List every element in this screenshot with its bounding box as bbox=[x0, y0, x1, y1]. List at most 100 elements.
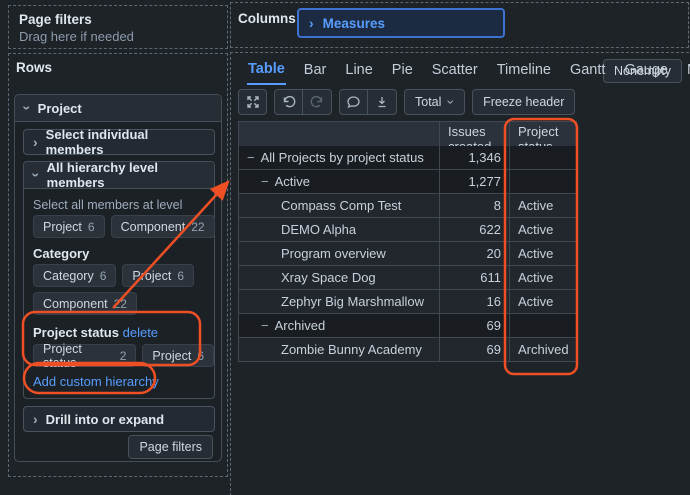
component-level-chip[interactable]: Component 22 bbox=[111, 215, 215, 238]
tab-more[interactable]: More › bbox=[686, 59, 690, 85]
table-row-name[interactable]: Compass Comp Test bbox=[239, 194, 440, 218]
table-row-name[interactable]: −All Projects by project status bbox=[239, 146, 440, 170]
collapse-expander[interactable]: − bbox=[247, 150, 255, 165]
project-status-title-text: Project status bbox=[33, 325, 119, 340]
project-panel: › Project › Select individual members › … bbox=[14, 94, 222, 462]
table-cell-status[interactable]: Active bbox=[510, 266, 577, 290]
chevron-down-icon: › bbox=[29, 173, 43, 178]
tab-pie[interactable]: Pie bbox=[391, 59, 414, 85]
expand-all-button[interactable] bbox=[238, 89, 267, 115]
table-cell-issues[interactable]: 1,346 bbox=[440, 146, 510, 170]
project-panel-header[interactable]: › Project bbox=[15, 95, 221, 122]
comments-button[interactable] bbox=[339, 89, 368, 115]
expand-arrows-icon bbox=[246, 95, 260, 109]
category-chip-row-2: Component 22 bbox=[33, 292, 137, 315]
category-level-chip[interactable]: Category 6 bbox=[33, 264, 116, 287]
table-row-name[interactable]: Xray Space Dog bbox=[239, 266, 440, 290]
project-level-chip[interactable]: Project 6 bbox=[33, 215, 105, 238]
measures-button[interactable]: › Measures bbox=[297, 8, 505, 38]
table-row-name[interactable]: −Archived bbox=[239, 314, 440, 338]
table-cell-issues[interactable]: 8 bbox=[440, 194, 510, 218]
project-level-chip[interactable]: Project 6 bbox=[122, 264, 194, 287]
undo-icon bbox=[282, 95, 296, 109]
category-chip-row: Category 6 Project 6 bbox=[33, 264, 194, 287]
table-cell-issues[interactable]: 20 bbox=[440, 242, 510, 266]
page-filters-hint: Drag here if needed bbox=[19, 29, 217, 44]
rows-title: Rows bbox=[16, 60, 52, 75]
chip-count: 2 bbox=[120, 349, 127, 363]
chevron-down-icon: › bbox=[445, 100, 459, 105]
tab-label: Scatter bbox=[432, 62, 478, 78]
project-panel-title: Project bbox=[38, 101, 82, 116]
page-filters-dropzone[interactable]: Page filters Drag here if needed bbox=[8, 5, 228, 49]
table-row-name[interactable]: Program overview bbox=[239, 242, 440, 266]
row-label: Xray Space Dog bbox=[281, 270, 376, 285]
table-cell-issues[interactable]: 622 bbox=[440, 218, 510, 242]
tab-label: Bar bbox=[304, 62, 327, 78]
table-cell-issues[interactable]: 16 bbox=[440, 290, 510, 314]
tab-label: Table bbox=[248, 61, 285, 77]
collapse-expander[interactable]: − bbox=[261, 318, 269, 333]
drill-into-button[interactable]: › Drill into or expand bbox=[23, 406, 215, 432]
chip-count: 22 bbox=[114, 297, 127, 311]
all-hierarchy-panel: › All hierarchy level members Select all… bbox=[23, 161, 215, 399]
row-label: Zephyr Big Marshmallow bbox=[281, 294, 424, 309]
tab-timeline[interactable]: Timeline bbox=[496, 59, 552, 85]
visualization-tabs: Table Bar Line Pie Scatter Timeline Gant… bbox=[247, 59, 690, 85]
table-cell-issues[interactable]: 69 bbox=[440, 338, 510, 362]
table-cell-status[interactable]: Active bbox=[510, 218, 577, 242]
table-row-name[interactable]: Zombie Bunny Academy bbox=[239, 338, 440, 362]
table-cell-status[interactable]: Active bbox=[510, 242, 577, 266]
collapse-expander[interactable]: − bbox=[261, 174, 269, 189]
row-label: Archived bbox=[275, 318, 326, 333]
redo-button[interactable] bbox=[303, 89, 332, 115]
row-label: DEMO Alpha bbox=[281, 222, 356, 237]
tab-gantt[interactable]: Gantt bbox=[569, 59, 606, 85]
chevron-right-icon: › bbox=[309, 16, 314, 30]
tab-bar[interactable]: Bar bbox=[303, 59, 328, 85]
redo-icon bbox=[310, 95, 324, 109]
tab-line[interactable]: Line bbox=[344, 59, 373, 85]
table-row-name[interactable]: Zephyr Big Marshmallow bbox=[239, 290, 440, 314]
table-cell-status[interactable] bbox=[510, 170, 577, 194]
tab-label: Line bbox=[345, 62, 372, 78]
table-cell-issues[interactable]: 611 bbox=[440, 266, 510, 290]
table-row-name[interactable]: DEMO Alpha bbox=[239, 218, 440, 242]
freeze-header-button[interactable]: Freeze header bbox=[472, 89, 575, 115]
table-cell-status[interactable] bbox=[510, 314, 577, 338]
component-level-chip[interactable]: Component 22 bbox=[33, 292, 137, 315]
tab-table[interactable]: Table bbox=[247, 59, 286, 85]
table-cell-issues[interactable]: 1,277 bbox=[440, 170, 510, 194]
page-filters-button[interactable]: Page filters bbox=[128, 435, 213, 459]
chip-count: 6 bbox=[100, 269, 107, 283]
table-cell-issues[interactable]: 69 bbox=[440, 314, 510, 338]
select-individual-members-label: Select individual members bbox=[46, 127, 205, 157]
total-dropdown[interactable]: Total › bbox=[404, 89, 465, 115]
project-level-chip[interactable]: Project 6 bbox=[142, 344, 214, 367]
delete-hierarchy-link[interactable]: delete bbox=[123, 325, 158, 340]
project-status-level-chip[interactable]: Project status 2 bbox=[33, 344, 136, 367]
chip-label: Component bbox=[43, 297, 108, 311]
table-cell-status[interactable]: Archived bbox=[510, 338, 577, 362]
tab-label: Gantt bbox=[570, 62, 605, 78]
chip-count: 22 bbox=[191, 220, 204, 234]
select-all-members-label: Select all members at level bbox=[33, 198, 182, 212]
table-cell-status[interactable] bbox=[510, 146, 577, 170]
table-cell-status[interactable]: Active bbox=[510, 194, 577, 218]
add-custom-hierarchy-link[interactable]: Add custom hierarchy bbox=[33, 374, 159, 389]
table-toolbar: Total › Freeze header bbox=[238, 89, 575, 115]
tab-label: Pie bbox=[392, 62, 413, 78]
chip-label: Project bbox=[43, 220, 82, 234]
undo-button[interactable] bbox=[274, 89, 303, 115]
columns-title: Columns bbox=[238, 11, 296, 26]
all-hierarchy-header[interactable]: › All hierarchy level members bbox=[24, 162, 214, 189]
select-individual-members-button[interactable]: › Select individual members bbox=[23, 129, 215, 155]
table-row-name[interactable]: −Active bbox=[239, 170, 440, 194]
tab-gauge[interactable]: Gauge bbox=[623, 59, 669, 85]
total-label: Total bbox=[415, 95, 441, 109]
tab-scatter[interactable]: Scatter bbox=[431, 59, 479, 85]
chevron-right-icon: › bbox=[33, 412, 38, 426]
chip-count: 6 bbox=[197, 349, 204, 363]
table-cell-status[interactable]: Active bbox=[510, 290, 577, 314]
export-button[interactable] bbox=[368, 89, 397, 115]
